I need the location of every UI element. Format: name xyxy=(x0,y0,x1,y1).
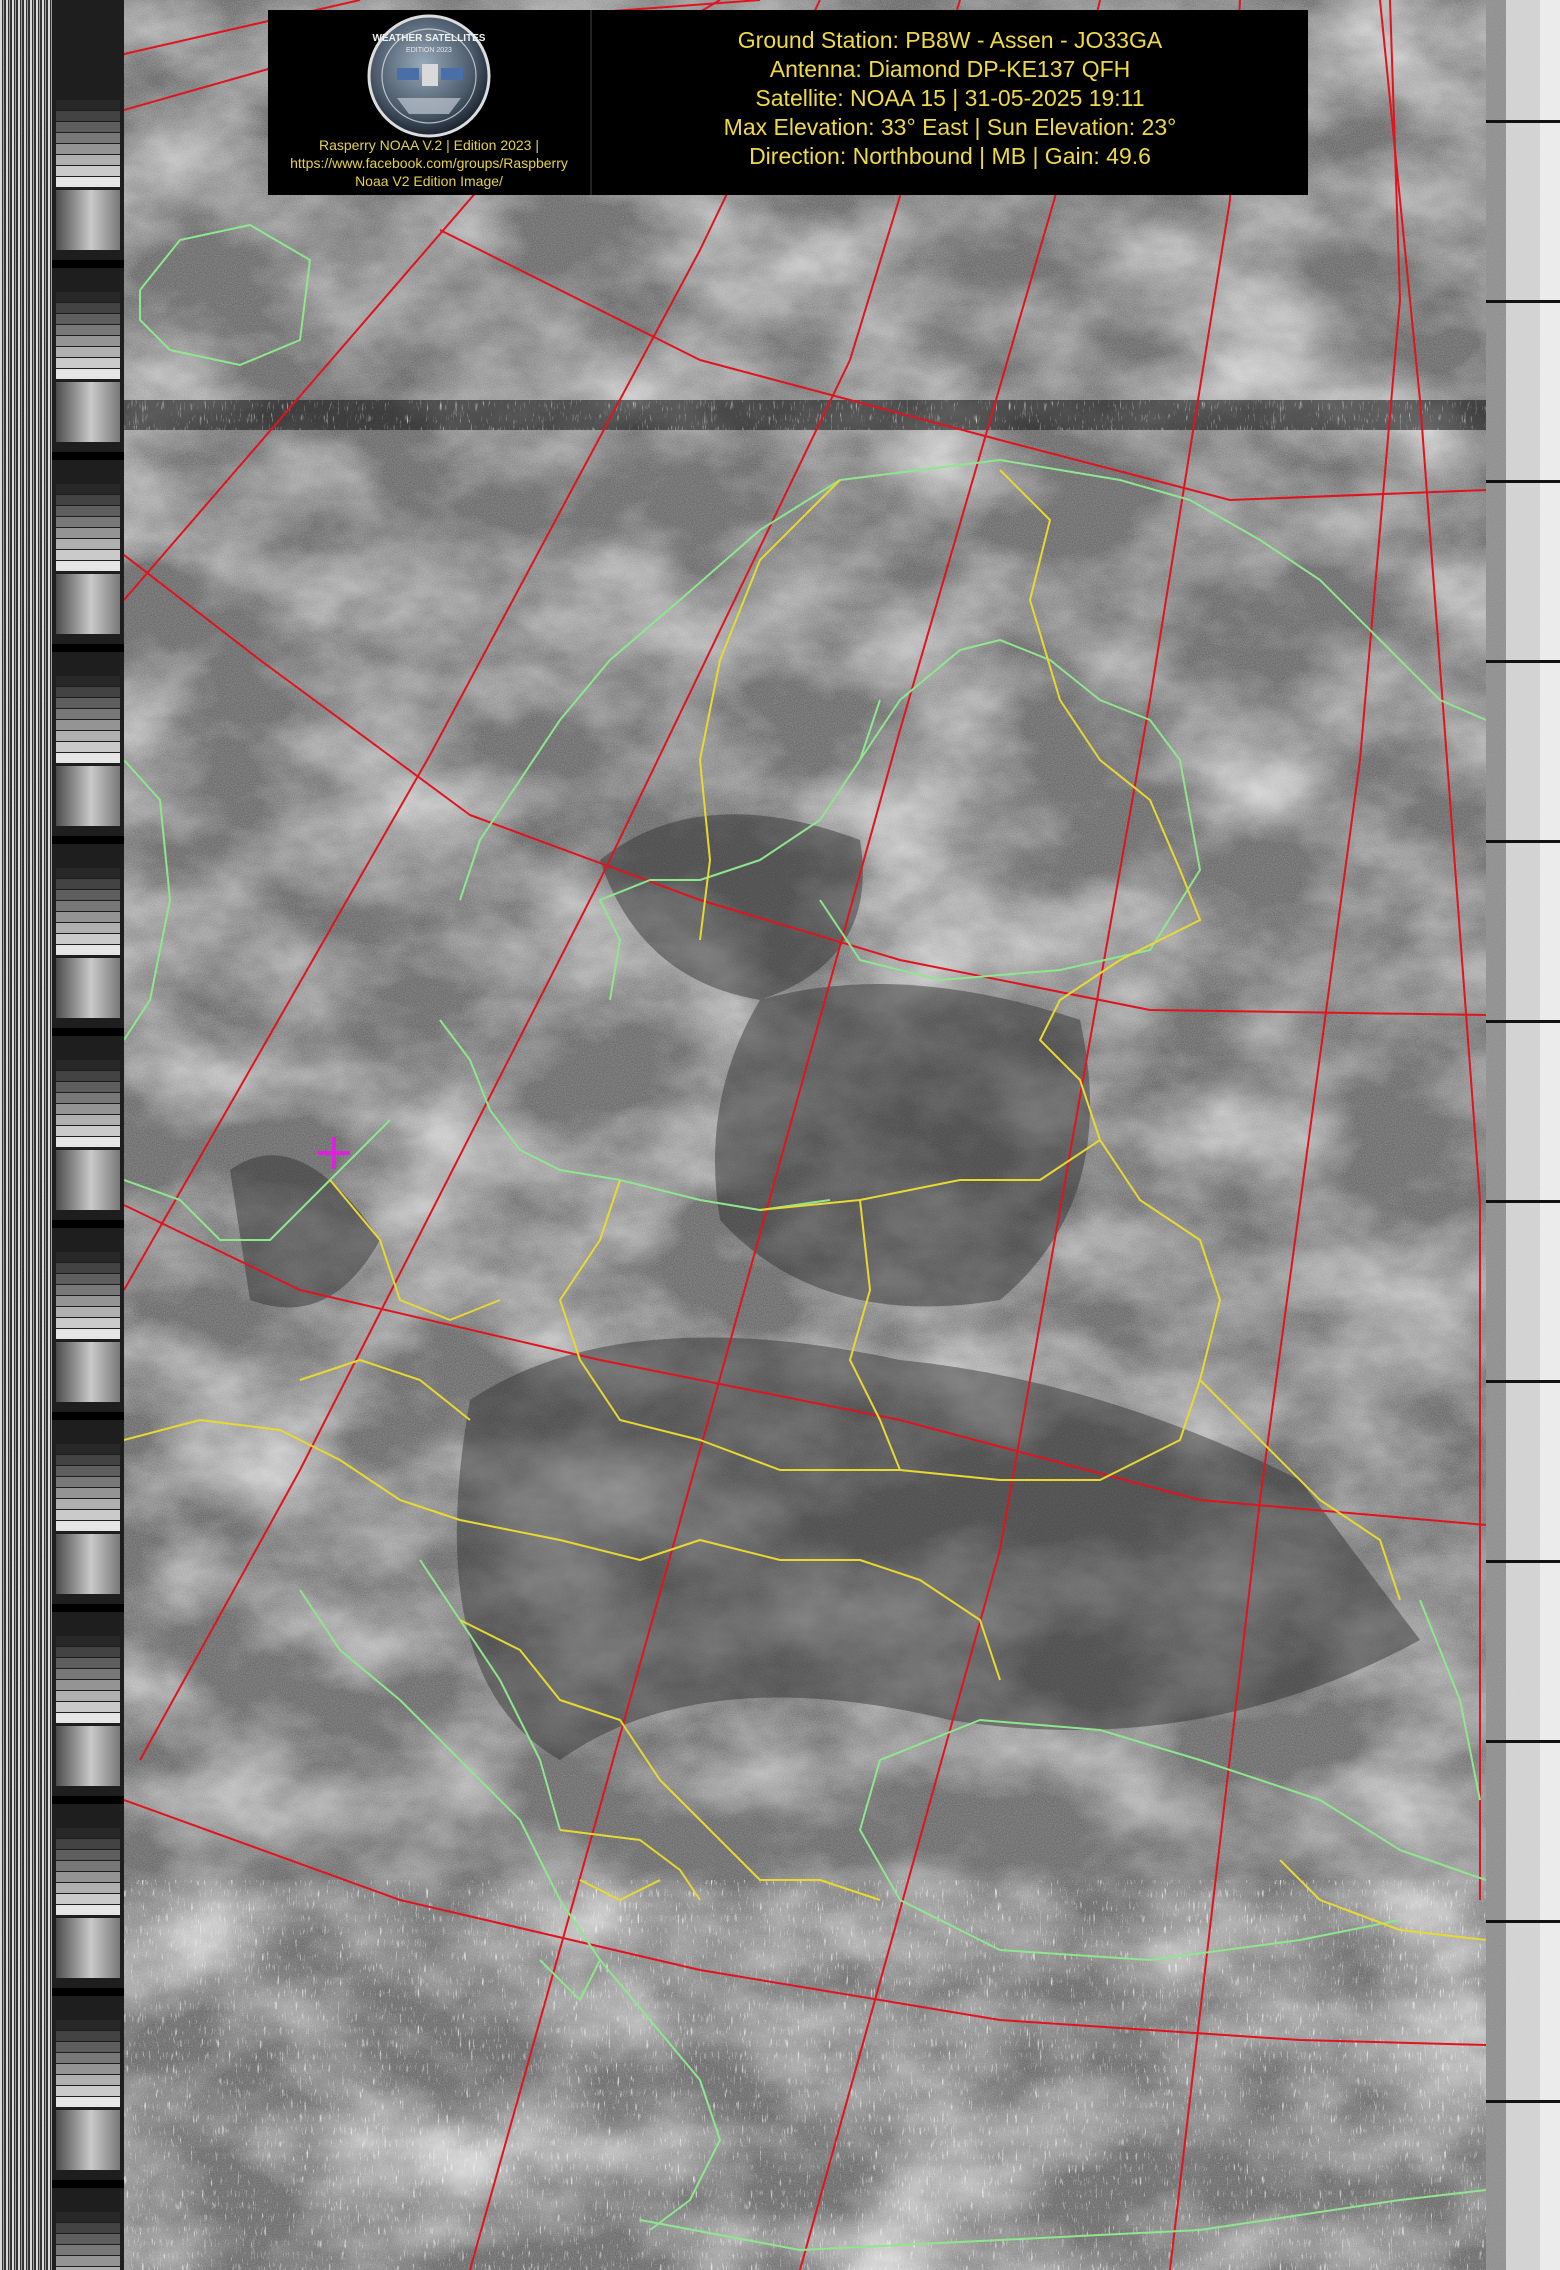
logo-caption-line: Noaa V2 Edition Image/ xyxy=(355,173,503,189)
channel-image xyxy=(124,0,1486,2270)
station-info-panel: Ground Station: PB8W - Assen - JO33GA An… xyxy=(592,10,1308,195)
direction-line: Direction: Northbound | MB | Gain: 49.6 xyxy=(749,143,1151,169)
logo-caption-line: Rasperry NOAA V.2 | Edition 2023 | xyxy=(319,137,539,153)
telemetry-wedges xyxy=(52,0,124,2270)
satellite-image-viewer: WEATHER SATELLITES EDITION 2023 Rasperry… xyxy=(0,0,1560,2270)
land-shadow xyxy=(715,984,1090,1307)
logo-panel: WEATHER SATELLITES EDITION 2023 Rasperry… xyxy=(268,10,590,195)
weather-satellites-logo: WEATHER SATELLITES EDITION 2023 xyxy=(367,14,491,138)
logo-caption-line: https://www.facebook.com/groups/Raspberr… xyxy=(290,155,568,171)
telemetry-strip-right xyxy=(1486,0,1560,2270)
noaa-apt-image xyxy=(0,0,1560,2270)
elevation-line: Max Elevation: 33° East | Sun Elevation:… xyxy=(723,114,1177,140)
logo-badge-text: WEATHER SATELLITES xyxy=(373,33,486,44)
satellite-line: Satellite: NOAA 15 | 31-05-2025 19:11 xyxy=(755,85,1145,111)
ground-station-line: Ground Station: PB8W - Assen - JO33GA xyxy=(737,27,1163,53)
antenna-line: Antenna: Diamond DP-KE137 QFH xyxy=(769,56,1131,82)
logo-caption: Rasperry NOAA V.2 | Edition 2023 | https… xyxy=(268,136,590,190)
logo-badge-subtext: EDITION 2023 xyxy=(406,47,452,54)
